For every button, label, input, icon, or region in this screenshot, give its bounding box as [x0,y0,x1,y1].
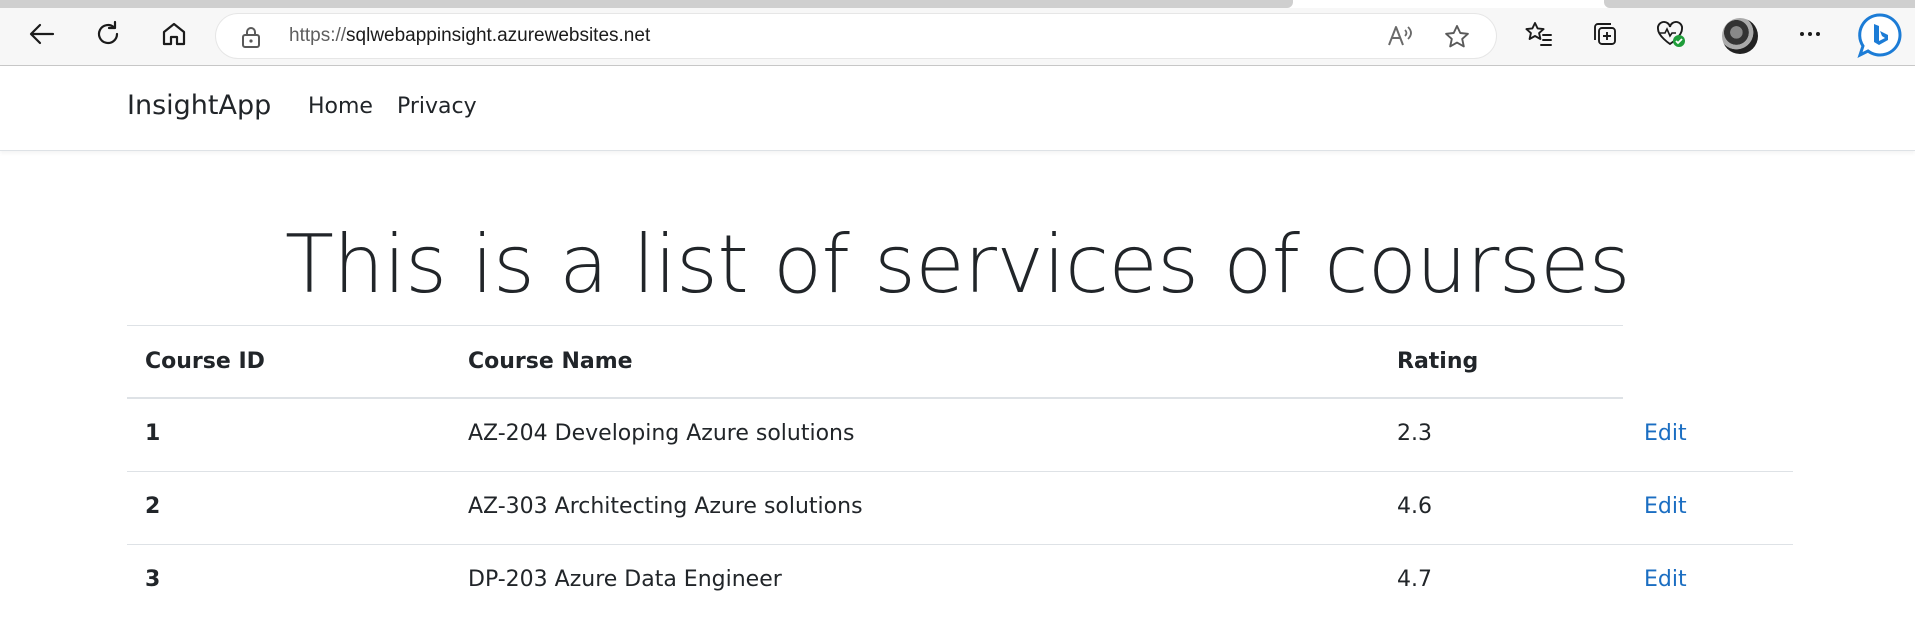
column-header-course-id: Course ID [145,349,265,374]
course-id: 1 [145,421,161,446]
course-rating: 4.7 [1397,567,1432,592]
back-icon[interactable] [22,14,62,54]
site-navbar: InsightApp Home Privacy [0,66,1915,151]
table-top-border [127,325,1623,326]
course-name: AZ-204 Developing Azure solutions [468,421,855,446]
edit-link[interactable]: Edit [1644,494,1687,519]
column-header-course-name: Course Name [468,349,633,374]
favorite-star-icon[interactable] [1443,23,1471,55]
table-row: 1 AZ-204 Developing Azure solutions 2.3 … [127,399,1793,472]
course-rating: 2.3 [1397,421,1432,446]
nav-link-home[interactable]: Home [308,94,373,119]
tab-strip [0,0,1915,8]
column-header-rating: Rating [1397,349,1479,374]
course-name: DP-203 Azure Data Engineer [468,567,782,592]
favorites-icon[interactable] [1519,14,1559,54]
lock-icon[interactable] [240,25,262,53]
nav-link-privacy[interactable]: Privacy [397,94,477,119]
read-aloud-icon[interactable] [1386,23,1414,53]
profile-avatar[interactable] [1722,18,1758,54]
course-id: 2 [145,494,161,519]
edit-link[interactable]: Edit [1644,567,1687,592]
brand-link[interactable]: InsightApp [127,90,271,121]
edit-link[interactable]: Edit [1644,421,1687,446]
course-name: AZ-303 Architecting Azure solutions [468,494,863,519]
home-icon[interactable] [154,14,194,54]
course-id: 3 [145,567,161,592]
more-icon[interactable] [1790,14,1830,54]
page-title: This is a list of services of courses [285,218,1630,311]
url-text[interactable]: https://sqlwebappinsight.azurewebsites.n… [289,25,650,47]
bing-chat-icon[interactable] [1856,12,1904,58]
browser-toolbar: https://sqlwebappinsight.azurewebsites.n… [0,0,1915,66]
table-row: 2 AZ-303 Architecting Azure solutions 4.… [127,472,1793,545]
collections-icon[interactable] [1585,14,1625,54]
course-rating: 4.6 [1397,494,1432,519]
address-bar[interactable]: https://sqlwebappinsight.azurewebsites.n… [216,14,1496,58]
table-row: 3 DP-203 Azure Data Engineer 4.7 Edit [127,545,1793,618]
refresh-icon[interactable] [88,14,128,54]
browser-essentials-icon[interactable] [1651,14,1691,54]
